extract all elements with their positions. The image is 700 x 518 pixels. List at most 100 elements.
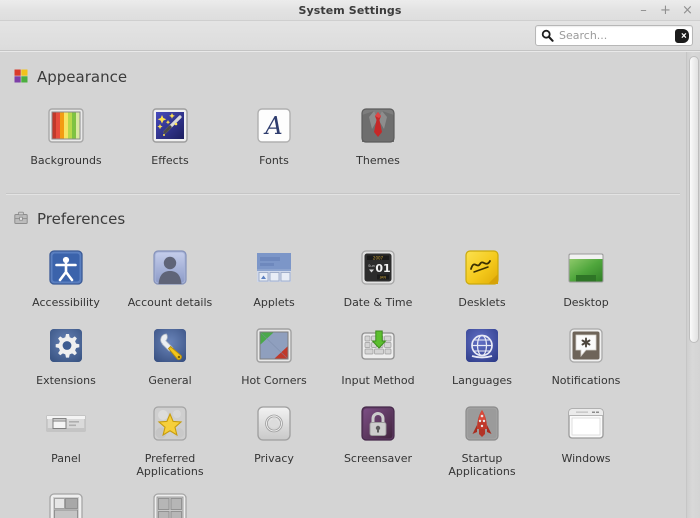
window-controls: – + × [637, 0, 694, 20]
section-header-preferences: Preferences [0, 194, 686, 232]
settings-item-label: Languages [451, 374, 513, 387]
settings-item-startup-applications[interactable]: Startup Applications [430, 399, 534, 478]
settings-item-date-time[interactable]: 2007 Sun 01 JAN Date & Time [326, 243, 430, 313]
svg-text:JAN: JAN [379, 275, 386, 279]
settings-item-label: Desktop [563, 296, 609, 309]
close-button[interactable]: × [681, 3, 694, 17]
system-settings-window: System Settings – + × Search... Appearan… [0, 0, 700, 518]
settings-item-general[interactable]: General [118, 321, 222, 391]
svg-text:A: A [263, 112, 282, 140]
settings-item-notifications[interactable]: Notifications [534, 321, 638, 391]
maximize-button[interactable]: + [659, 3, 672, 17]
desktop-screen-icon [562, 245, 610, 293]
desklets-note-icon [458, 245, 506, 293]
settings-item-label: Preferred Applications [136, 452, 204, 478]
settings-item-fonts[interactable]: A Fonts [222, 101, 326, 171]
vertical-scrollbar[interactable] [686, 52, 700, 518]
settings-item-applets[interactable]: Applets [222, 243, 326, 313]
settings-item-label: Accessibility [32, 296, 100, 309]
settings-item-panel[interactable]: Panel [14, 399, 118, 478]
settings-content: Appearance Backgrounds Effects A Fonts T… [0, 51, 700, 518]
settings-item-extensions[interactable]: Extensions [14, 321, 118, 391]
clear-search-button[interactable] [675, 28, 689, 43]
svg-text:2007: 2007 [373, 255, 384, 260]
section-preferences: Preferences Accessibility Account detail… [0, 194, 686, 518]
settings-item-label: Themes [356, 154, 400, 167]
account-details-avatar-icon [146, 245, 194, 293]
workspaces-grid-icon [146, 488, 194, 518]
settings-item-label: Applets [253, 296, 295, 309]
settings-item-label: Effects [151, 154, 189, 167]
extensions-gear-icon [42, 323, 90, 371]
startup-applications-rocket-icon [458, 401, 506, 449]
settings-item-label: Notifications [551, 374, 621, 387]
search-icon [541, 29, 554, 42]
preferences-grid: Accessibility Account details Applets 20… [0, 232, 686, 518]
settings-item-label: Hot Corners [241, 374, 307, 387]
settings-item-label: Desklets [458, 296, 506, 309]
toolbar [0, 21, 700, 51]
appearance-grid: Backgrounds Effects A Fonts Themes [0, 90, 686, 179]
settings-item-account-details[interactable]: Account details [118, 243, 222, 313]
settings-item-screensaver[interactable]: Screensaver [326, 399, 430, 478]
title-bar: System Settings – + × [0, 0, 700, 21]
settings-item-preferred-applications[interactable]: Preferred Applications [118, 399, 222, 478]
section-header-appearance: Appearance [0, 52, 686, 90]
settings-item-window-tiling[interactable] [14, 486, 118, 518]
search-input[interactable] [554, 29, 675, 42]
search-box[interactable] [535, 25, 693, 46]
settings-item-hot-corners[interactable]: Hot Corners [222, 321, 326, 391]
fonts-letter-a-icon: A [250, 103, 298, 151]
settings-item-accessibility[interactable]: Accessibility [14, 243, 118, 313]
settings-item-label: Windows [561, 452, 611, 465]
settings-item-backgrounds[interactable]: Backgrounds [14, 101, 118, 171]
appearance-color-swatch-icon [14, 69, 28, 86]
section-title: Appearance [37, 68, 128, 86]
effects-magic-wand-icon [146, 103, 194, 151]
privacy-ring-icon [250, 401, 298, 449]
preferences-toolbox-icon [14, 211, 28, 228]
themes-suit-tie-icon [354, 103, 402, 151]
window-title: System Settings [298, 3, 402, 17]
settings-item-themes[interactable]: Themes [326, 101, 430, 171]
settings-item-label: Extensions [36, 374, 96, 387]
scrollbar-thumb[interactable] [689, 56, 699, 343]
notifications-bubble-icon [562, 323, 610, 371]
panel-bar-icon [42, 401, 90, 449]
general-wrench-icon [146, 323, 194, 371]
settings-item-label: Fonts [259, 154, 289, 167]
settings-item-label: Startup Applications [448, 452, 516, 478]
settings-item-label: Backgrounds [30, 154, 102, 167]
screensaver-lock-icon [354, 401, 402, 449]
settings-item-desklets[interactable]: Desklets [430, 243, 534, 313]
settings-item-label: Date & Time [343, 296, 413, 309]
preferred-applications-star-icon [146, 401, 194, 449]
languages-globe-icon [458, 323, 506, 371]
backgrounds-icon [42, 103, 90, 151]
hot-corners-icon [250, 323, 298, 371]
settings-item-desktop[interactable]: Desktop [534, 243, 638, 313]
applets-panel-icon [250, 245, 298, 293]
minimize-button[interactable]: – [637, 3, 650, 17]
settings-item-label: General [148, 374, 192, 387]
scroll-area: Appearance Backgrounds Effects A Fonts T… [0, 52, 686, 518]
settings-item-label: Account details [127, 296, 213, 309]
accessibility-person-icon [42, 245, 90, 293]
window-tiling-icon [42, 488, 90, 518]
date-time-calendar-icon: 2007 Sun 01 JAN [354, 245, 402, 293]
windows-frame-icon [562, 401, 610, 449]
settings-item-effects[interactable]: Effects [118, 101, 222, 171]
settings-item-workspaces[interactable] [118, 486, 222, 518]
settings-item-label: Input Method [341, 374, 415, 387]
settings-item-privacy[interactable]: Privacy [222, 399, 326, 478]
settings-item-windows[interactable]: Windows [534, 399, 638, 478]
svg-text:Sun: Sun [368, 264, 375, 268]
settings-item-languages[interactable]: Languages [430, 321, 534, 391]
section-title: Preferences [37, 210, 126, 228]
svg-text:01: 01 [375, 262, 390, 275]
settings-item-label: Panel [51, 452, 81, 465]
section-appearance: Appearance Backgrounds Effects A Fonts T… [0, 52, 686, 181]
settings-item-input-method[interactable]: Input Method [326, 321, 430, 391]
settings-item-label: Screensaver [343, 452, 413, 465]
input-method-keyboard-icon [354, 323, 402, 371]
